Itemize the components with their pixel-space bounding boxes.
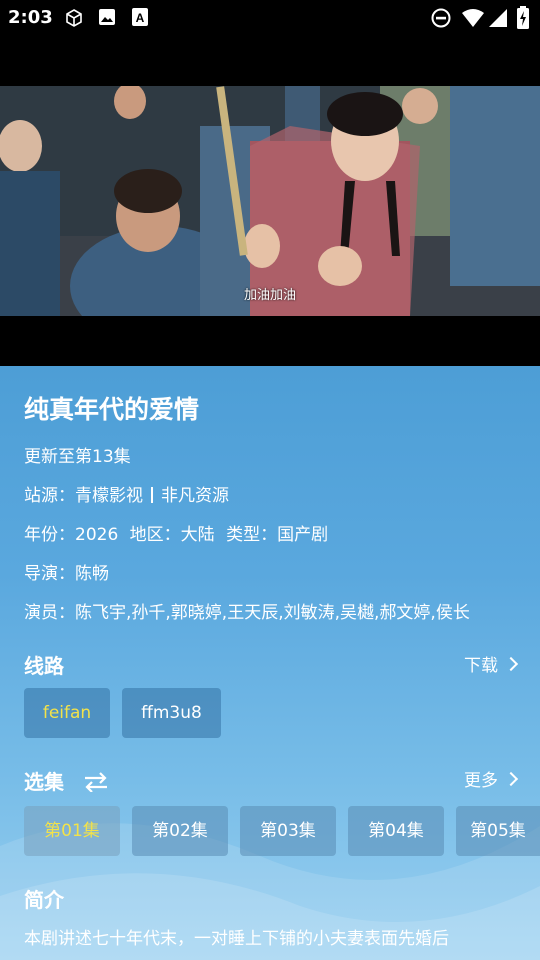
video-player[interactable]: 加油加油: [0, 36, 540, 366]
source-label: 站源：: [24, 486, 75, 506]
source-value-1[interactable]: 青檬影视: [75, 486, 143, 506]
route-chip-feifan[interactable]: feifan: [24, 688, 110, 738]
cast-value: 陈飞宇,孙千,郭晓婷,王天辰,刘敏涛,吴樾,郝文婷,侯长: [75, 603, 470, 623]
more-episodes-link[interactable]: 更多: [464, 766, 519, 791]
episode-chip[interactable]: 第04集: [348, 806, 444, 856]
svg-text:A: A: [136, 11, 145, 25]
source-row: 站源：青檬影视 非凡资源: [24, 481, 229, 506]
swap-order-icon[interactable]: [83, 772, 109, 793]
status-time: 2:03: [8, 7, 53, 28]
intro-text: 本剧讲述七十年代末，一对睡上下铺的小夫妻表面先婚后: [24, 929, 449, 949]
drama-title: 纯真年代的爱情: [24, 395, 200, 424]
year-label: 年份：: [24, 525, 75, 545]
routes-title: 线路: [24, 654, 64, 678]
source-separator: [151, 487, 153, 503]
cube-icon: [66, 9, 82, 27]
episode-chip[interactable]: 第03集: [240, 806, 336, 856]
more-label: 更多: [464, 771, 498, 791]
video-scene: [0, 86, 540, 316]
video-frame: [0, 86, 540, 316]
director-label: 导演：: [24, 564, 75, 584]
episodes-title: 选集: [24, 770, 64, 794]
source-value-2[interactable]: 非凡资源: [161, 486, 229, 506]
route-chip-ffm3u8[interactable]: ffm3u8: [122, 688, 221, 738]
episodes-title-row: 选集: [24, 766, 109, 795]
episode-chip[interactable]: 第05集: [456, 806, 540, 856]
signal-icon: [489, 9, 507, 27]
info-row: 年份：2026 地区：大陆 类型：国产剧: [24, 520, 328, 545]
region-label: 地区：: [129, 525, 181, 545]
type-value: 国产剧: [277, 525, 329, 545]
type-label: 类型：: [226, 525, 278, 545]
director-row: 导演：陈畅: [24, 559, 109, 584]
intro-title: 简介: [24, 888, 64, 912]
episode-chip[interactable]: 第02集: [132, 806, 228, 856]
episode-chip[interactable]: 第01集: [24, 806, 120, 856]
a-icon: A: [132, 8, 148, 26]
cast-row: 演员：陈飞宇,孙千,郭晓婷,王天辰,刘敏涛,吴樾,郝文婷,侯长: [24, 598, 470, 623]
chevron-right-icon: [503, 771, 519, 787]
status-bar: 2:03 A: [0, 0, 540, 36]
director-value: 陈畅: [75, 564, 109, 584]
battery-icon: [517, 6, 529, 29]
wifi-icon: [462, 9, 484, 27]
detail-panel: 纯真年代的爱情 更新至第13集 站源：青檬影视 非凡资源 年份：2026 地区：大…: [0, 366, 540, 960]
download-label: 下载: [464, 656, 498, 676]
year-value: 2026: [75, 525, 119, 545]
update-status: 更新至第13集: [24, 447, 131, 467]
region-value: 大陆: [180, 525, 215, 545]
dnd-icon: [431, 8, 451, 28]
download-link[interactable]: 下载: [464, 651, 519, 676]
video-subtitle: 加油加油: [243, 288, 296, 303]
chevron-right-icon: [503, 656, 519, 672]
image-icon: [99, 9, 115, 25]
cast-label: 演员：: [24, 603, 75, 623]
